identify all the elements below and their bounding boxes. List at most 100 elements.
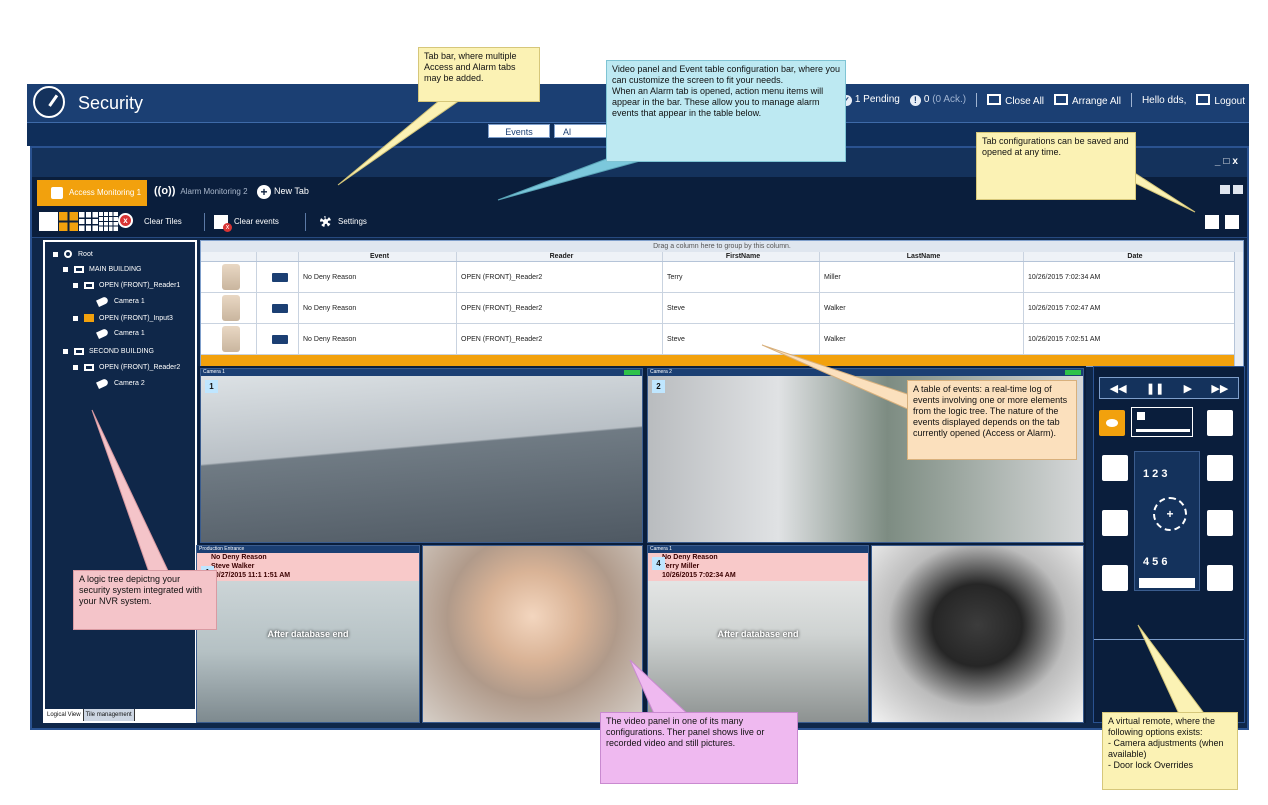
layout-four-icon[interactable] [59, 212, 78, 231]
fast-forward-icon[interactable]: ▶▶ [1211, 382, 1228, 395]
clear-tiles-icon[interactable]: x [118, 213, 133, 228]
camera-icon [96, 296, 109, 307]
column-firstname[interactable]: FirstName [663, 252, 820, 261]
group-by-hint[interactable]: Drag a column here to group by this colu… [201, 241, 1243, 252]
tile-header: Camera 2 [648, 369, 1083, 376]
snapshot-camera-icon[interactable] [1207, 410, 1233, 436]
layout-sixteen-icon[interactable] [99, 212, 118, 231]
tab-alarm-label: Alarm Monitoring 2 [180, 187, 248, 196]
new-tab-label: New Tab [274, 186, 309, 196]
video-tile-3[interactable]: After database end Production Entrance N… [196, 545, 420, 723]
tab-access-monitoring[interactable]: Access Monitoring 1 [37, 180, 147, 206]
tile-header: Production Entrance [197, 546, 419, 553]
preset-select[interactable] [1139, 578, 1195, 588]
settings-button[interactable]: Settings [338, 217, 367, 226]
callout-tab-config: Tab configurations can be saved and open… [976, 132, 1136, 200]
play-icon[interactable]: ▶ [1184, 382, 1192, 395]
ptz-dpad-icon[interactable]: + [1153, 497, 1187, 531]
row-video[interactable] [257, 324, 299, 354]
tree-node-reader[interactable]: OPEN (FRONT)_Reader2 [73, 364, 180, 371]
events-table: Drag a column here to group by this colu… [200, 240, 1244, 367]
tile-header-text: Camera 2 [650, 369, 672, 375]
save-config-icon[interactable] [1225, 215, 1239, 229]
video-tile-4[interactable]: After database end Camera 1 No Deny Reas… [647, 545, 869, 723]
camera-icon [96, 328, 109, 339]
lock-icon[interactable] [1207, 510, 1233, 536]
arrange-all-icon [1054, 93, 1069, 105]
view-eye-icon[interactable] [1099, 410, 1125, 436]
row-video[interactable] [257, 293, 299, 323]
tree-node-camera[interactable]: Camera 1 [96, 296, 145, 307]
close-all-button[interactable]: Close All [987, 93, 1044, 107]
tab-menu-icon[interactable] [1220, 185, 1230, 194]
live-indicator [624, 370, 640, 375]
column-date[interactable]: Date [1024, 252, 1243, 261]
open-config-icon[interactable] [1205, 215, 1219, 229]
cell-firstname: Steve [663, 324, 820, 354]
film-strip-icon[interactable] [1102, 455, 1128, 481]
rewind-icon[interactable]: ◀◀ [1110, 382, 1127, 395]
tree-node-camera[interactable]: Camera 1 [96, 328, 145, 339]
arrange-all-button[interactable]: Arrange All [1054, 93, 1121, 107]
clear-tiles-button[interactable]: Clear Tiles [144, 217, 182, 226]
keypad-keys-top[interactable]: 1 2 3 [1143, 468, 1167, 480]
logout-button[interactable]: Logout [1196, 93, 1245, 107]
column-reader[interactable]: Reader [457, 252, 663, 261]
still-picture-tile[interactable] [422, 545, 643, 723]
tree-node-label: SECOND BUILDING [89, 348, 154, 355]
calendar-icon[interactable] [1207, 455, 1233, 481]
pending-indicator[interactable]: ✓ 1 Pending [840, 94, 900, 106]
table-row[interactable]: No Deny Reason OPEN (FRONT)_Reader2 Stev… [201, 293, 1243, 324]
clear-events-icon[interactable] [214, 215, 232, 232]
clear-events-button[interactable]: Clear events [234, 217, 279, 226]
column-lastname[interactable]: LastName [820, 252, 1024, 261]
table-row[interactable]: No Deny Reason OPEN (FRONT)_Reader2 Terr… [201, 262, 1243, 293]
nav-events-button[interactable]: Events [488, 124, 550, 138]
shield-icon[interactable] [1207, 565, 1233, 591]
column-event[interactable]: Event [299, 252, 457, 261]
live-indicator [1065, 370, 1081, 375]
tab-tile-management[interactable]: Tile management [83, 709, 135, 721]
pause-icon[interactable]: ❚❚ [1146, 382, 1164, 395]
security-logo-icon [33, 86, 65, 118]
callout-virtual-remote: A virtual remote, where the following op… [1102, 712, 1238, 790]
app-title: Security [78, 93, 144, 113]
table-row[interactable]: No Deny Reason OPEN (FRONT)_Reader2 Stev… [201, 324, 1243, 355]
reader-icon [84, 282, 94, 289]
settings-gear-icon[interactable] [320, 216, 331, 227]
video-tile-1[interactable]: Camera 1 1 [200, 368, 643, 543]
tree-node-label: Camera 1 [114, 298, 145, 305]
layout-single-icon[interactable] [39, 212, 58, 231]
window-controls[interactable]: _□x [1215, 156, 1241, 167]
layout-nine-icon[interactable] [79, 212, 98, 231]
table-scrollbar[interactable] [1234, 252, 1243, 366]
tree-node-building[interactable]: SECOND BUILDING [63, 348, 154, 355]
tree-node-building[interactable]: MAIN BUILDING [63, 266, 142, 273]
door-icon [84, 314, 94, 322]
keypad-keys-bottom[interactable]: 4 5 6 [1143, 556, 1167, 568]
tab-alarm-monitoring[interactable]: ((o)) Alarm Monitoring 2 [154, 185, 248, 197]
tree-node-root[interactable]: Root [53, 250, 93, 258]
tree-node-reader[interactable]: OPEN (FRONT)_Reader1 [73, 282, 180, 289]
callout-tab-bar: Tab bar, where multiple Access and Alarm… [418, 47, 540, 102]
row-photo [201, 293, 257, 323]
shield-slash-icon[interactable] [1102, 565, 1128, 591]
tile-header-text: Production Entrance [199, 546, 245, 552]
table-header: Event Reader FirstName LastName Date [201, 252, 1243, 262]
nav-alarms-button[interactable]: Al [554, 124, 614, 138]
video-camera-icon [271, 272, 288, 282]
tree-node-camera[interactable]: Camera 2 [96, 378, 145, 389]
new-tab-button[interactable]: + New Tab [257, 185, 309, 199]
cell-date: 10/26/2015 7:02:51 AM [1024, 324, 1243, 354]
tab-logical-view[interactable]: Logical View [45, 709, 84, 721]
tab-close-icon[interactable] [1233, 185, 1243, 194]
still-picture-tile[interactable] [871, 545, 1084, 723]
row-video[interactable] [257, 262, 299, 292]
ack-indicator[interactable]: ! 0 (0 Ack.) [909, 94, 966, 106]
unlock-icon[interactable] [1102, 510, 1128, 536]
tree-node-input[interactable]: OPEN (FRONT)_Input3 [73, 314, 173, 322]
volume-slider[interactable] [1131, 407, 1193, 437]
tile-number: 2 [652, 380, 665, 393]
callout-video-panel: The video panel in one of its many confi… [600, 712, 798, 784]
toolbar-divider [305, 213, 306, 231]
